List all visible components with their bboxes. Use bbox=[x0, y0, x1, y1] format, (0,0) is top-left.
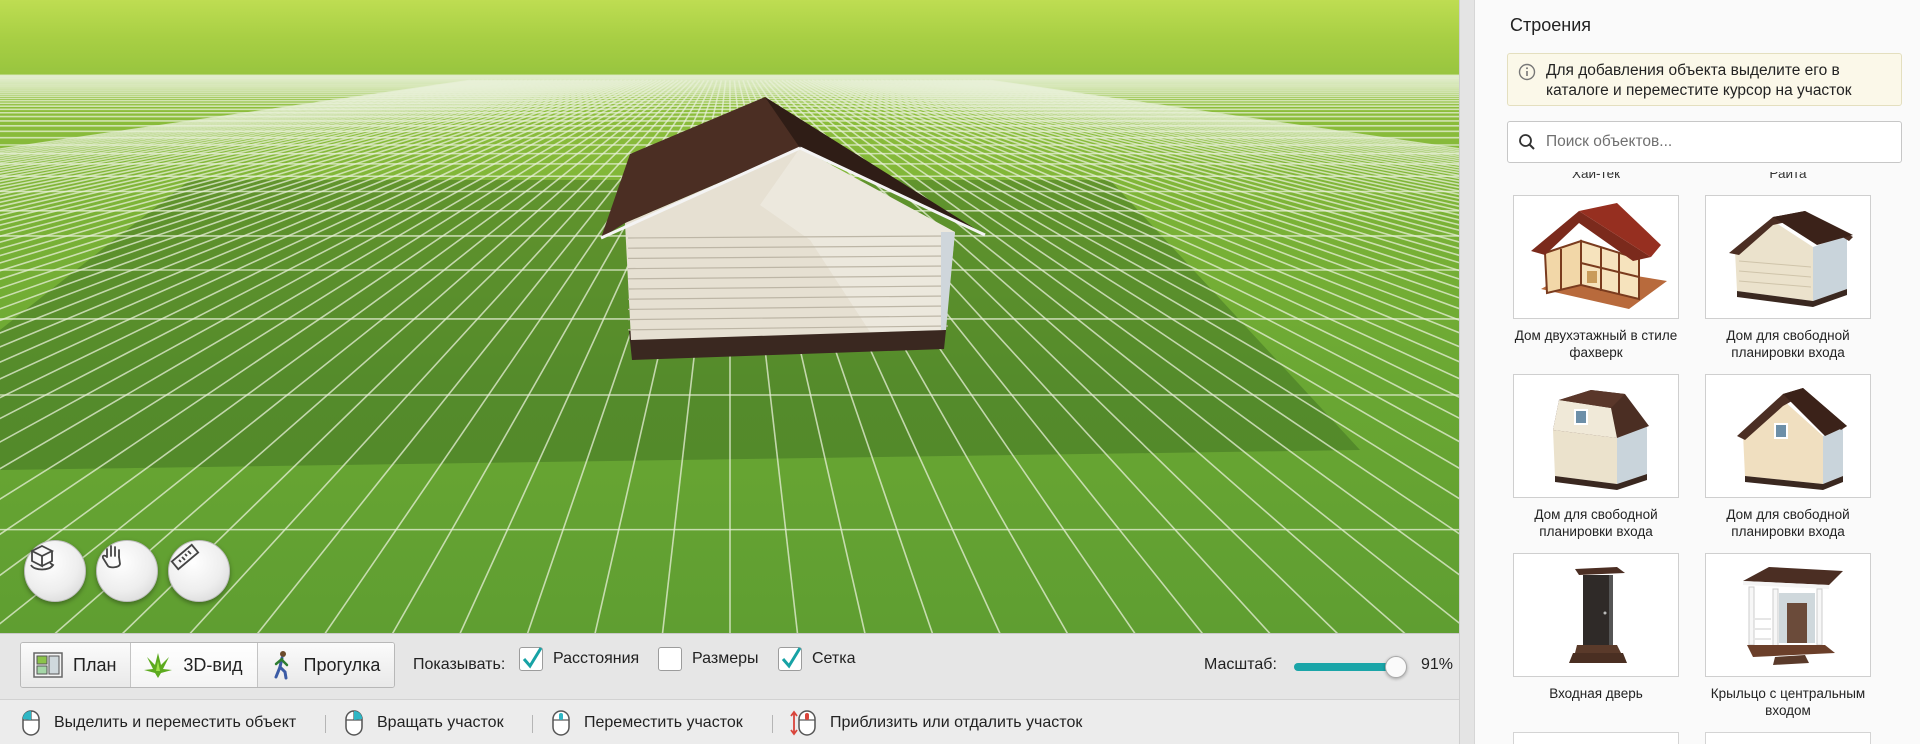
hint-move: Переместить участок bbox=[550, 700, 743, 744]
status-separator bbox=[325, 715, 326, 733]
mouse-right-icon bbox=[345, 709, 363, 736]
plan-view-label: План bbox=[73, 654, 117, 675]
catalog-item[interactable]: Дом двухэтажный в стиле фахверк bbox=[1513, 195, 1679, 361]
plan-icon bbox=[33, 652, 63, 678]
catalog-panel: Строения Для добавления объекта выделите… bbox=[1459, 0, 1920, 744]
catalog-item-thumbnail bbox=[1705, 553, 1871, 677]
rotate-view-button[interactable] bbox=[24, 540, 86, 602]
catalog-item-thumbnail bbox=[1513, 553, 1679, 677]
hint-move-label: Переместить участок bbox=[584, 713, 743, 731]
mouse-scroll-icon bbox=[790, 709, 816, 736]
3d-view-label: 3D-вид bbox=[183, 654, 243, 675]
catalog-item-thumbnail bbox=[1513, 374, 1679, 498]
measure-button[interactable] bbox=[168, 540, 230, 602]
catalog-list: Хай-тек Райта Дом двухэтажный в стиле фа bbox=[1493, 172, 1891, 744]
grid-checkbox-box[interactable] bbox=[778, 647, 802, 671]
hint-select-move-label: Выделить и переместить объект bbox=[54, 713, 297, 731]
status-bar: Выделить и переместить объект Вращать уч… bbox=[0, 699, 1459, 744]
catalog-item[interactable]: Дом для свободной планировки входа bbox=[1513, 374, 1679, 540]
entrance-door-image bbox=[1569, 567, 1627, 663]
catalog-item-partial[interactable] bbox=[1513, 732, 1679, 744]
plan-view-button[interactable]: План bbox=[21, 643, 132, 687]
grid-checkbox[interactable]: Сетка bbox=[778, 647, 856, 671]
3d-view-button[interactable]: 3D-вид bbox=[131, 643, 258, 687]
walk-view-button[interactable]: Прогулка bbox=[257, 643, 395, 687]
hint-rotate: Вращать участок bbox=[343, 700, 504, 744]
dimensions-checkbox[interactable]: Размеры bbox=[658, 647, 759, 671]
scale-value: 91% bbox=[1421, 656, 1454, 673]
walk-view-label: Прогулка bbox=[303, 654, 381, 675]
show-label: Показывать: bbox=[413, 656, 506, 673]
mouse-middle-icon bbox=[552, 709, 570, 736]
catalog-item-partial[interactable] bbox=[1705, 732, 1871, 744]
distances-checkbox[interactable]: Расстояния bbox=[519, 647, 639, 671]
dimensions-checkbox-label: Размеры bbox=[692, 650, 759, 667]
3d-scene[interactable] bbox=[0, 0, 1459, 633]
catalog-item-label: Дом двухэтажный в стиле фахверк bbox=[1514, 328, 1678, 360]
checkmark-icon bbox=[781, 647, 802, 669]
catalog-item-thumbnail bbox=[1705, 195, 1871, 319]
hint-rotate-label: Вращать участок bbox=[377, 713, 504, 731]
status-separator bbox=[772, 715, 773, 733]
status-separator bbox=[532, 715, 533, 733]
catalog-item-label: Крыльцо с центральным входом bbox=[1710, 686, 1866, 718]
gable-window-house-image bbox=[1737, 388, 1847, 490]
gable-house-image bbox=[1729, 211, 1853, 307]
scale-slider-thumb[interactable] bbox=[1384, 656, 1407, 678]
porch-image bbox=[1743, 567, 1843, 665]
scale-slider[interactable] bbox=[1294, 656, 1407, 678]
hand-icon bbox=[101, 545, 121, 569]
catalog-item-label-cut: Райта bbox=[1769, 172, 1807, 181]
catalog-item-thumbnail bbox=[1705, 374, 1871, 498]
checkmark-icon bbox=[522, 647, 543, 669]
pan-view-button[interactable] bbox=[96, 540, 158, 602]
walk-icon bbox=[274, 651, 288, 680]
catalog-item-label: Дом для свободной планировки входа bbox=[1726, 507, 1850, 539]
ruler-icon bbox=[170, 543, 200, 571]
3d-view-icon bbox=[144, 653, 173, 678]
house-model[interactable] bbox=[600, 97, 986, 360]
catalog-item[interactable]: Крыльцо с центральным входом bbox=[1705, 553, 1871, 719]
catalog-item-label-cut: Хай-тек bbox=[1572, 172, 1620, 181]
dimensions-checkbox-box[interactable] bbox=[658, 647, 682, 671]
info-icon bbox=[1518, 63, 1536, 81]
info-message-text: Для добавления объекта выделите его в ка… bbox=[1546, 62, 1852, 99]
scale-label: Масштаб: bbox=[1204, 656, 1277, 673]
catalog-item[interactable]: Дом для свободной планировки входа bbox=[1705, 195, 1871, 361]
fachwerk-house-image bbox=[1531, 203, 1667, 309]
mouse-left-icon bbox=[22, 709, 40, 736]
hint-select-move: Выделить и переместить объект bbox=[20, 700, 296, 744]
catalog-item[interactable]: Дом для свободной планировки входа bbox=[1705, 374, 1871, 540]
catalog-panel-content: Строения Для добавления объекта выделите… bbox=[1474, 0, 1920, 744]
search-box[interactable] bbox=[1507, 121, 1902, 163]
catalog-item-label: Дом для свободной планировки входа bbox=[1534, 507, 1658, 539]
rotate-3d-icon bbox=[29, 544, 55, 571]
distances-checkbox-box[interactable] bbox=[519, 647, 543, 671]
search-icon bbox=[1519, 134, 1535, 150]
catalog-item-thumbnail bbox=[1513, 195, 1679, 319]
mansard-house-image bbox=[1553, 390, 1649, 490]
view-mode-switcher: План 3D-вид Прогулка bbox=[20, 642, 396, 688]
catalog-item[interactable]: Входная дверь bbox=[1513, 553, 1679, 702]
scale-slider-fill bbox=[1294, 663, 1396, 671]
hint-zoom: Приблизить или отдалить участок bbox=[790, 700, 1082, 744]
info-message: Для добавления объекта выделите его в ка… bbox=[1507, 53, 1902, 106]
grid-checkbox-label: Сетка bbox=[812, 650, 856, 667]
catalog-item-label: Входная дверь bbox=[1549, 686, 1643, 701]
view-toolbar: План 3D-вид Прогулка Показывать: Расстоя… bbox=[0, 633, 1459, 699]
catalog-item-label: Дом для свободной планировки входа bbox=[1726, 328, 1850, 360]
hint-zoom-label: Приблизить или отдалить участок bbox=[830, 713, 1083, 731]
search-input[interactable] bbox=[1546, 133, 1876, 151]
3d-viewport[interactable] bbox=[0, 0, 1459, 633]
distances-checkbox-label: Расстояния bbox=[553, 650, 640, 667]
panel-title: Строения bbox=[1510, 15, 1592, 35]
